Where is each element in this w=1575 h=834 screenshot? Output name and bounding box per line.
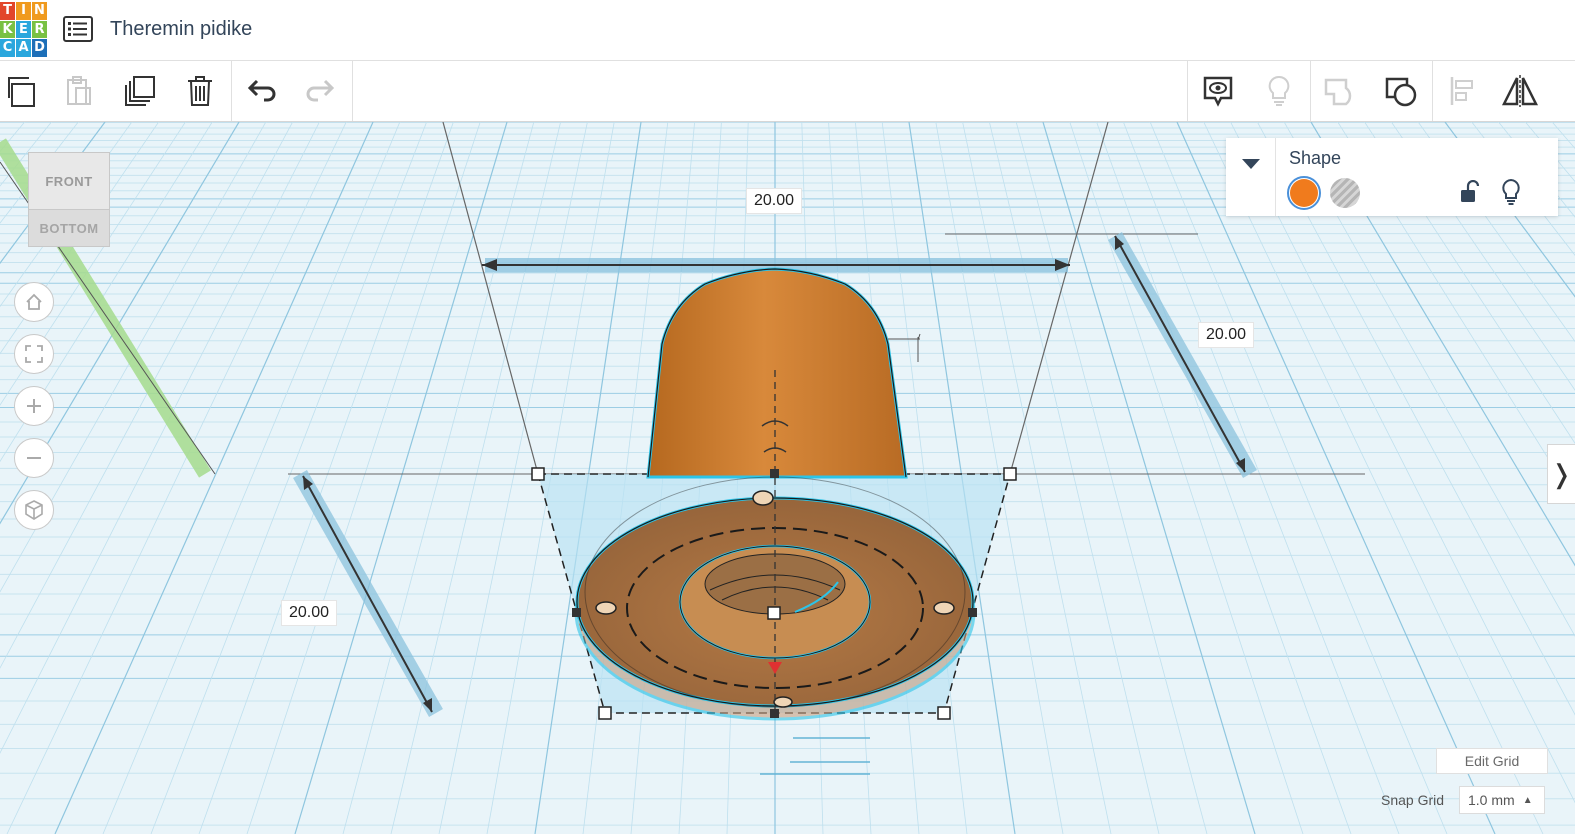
design-list-button[interactable]	[63, 14, 93, 44]
expand-side-panel-button[interactable]: ❭	[1547, 444, 1575, 504]
logo-letter: N	[32, 2, 47, 20]
undo-icon	[247, 79, 276, 102]
zoom-in-icon	[27, 399, 41, 413]
lightbulb-button[interactable]	[1257, 69, 1301, 113]
home-view-button[interactable]	[14, 282, 54, 322]
paste-button[interactable]	[57, 69, 101, 113]
group-icon	[1324, 78, 1352, 106]
workplane-scene[interactable]	[0, 122, 1575, 834]
view-cube[interactable]: FRONT BOTTOM	[28, 152, 110, 248]
perspective-icon	[25, 500, 43, 520]
snap-grid-label: Snap Grid	[1381, 792, 1445, 808]
toolbar-divider	[352, 61, 353, 121]
view-cube-front[interactable]: FRONT	[28, 152, 110, 210]
paste-icon	[67, 76, 91, 105]
zoom-out-icon	[27, 457, 41, 459]
dimension-width-label[interactable]: 20.00	[746, 188, 803, 214]
mirror-icon	[1501, 75, 1539, 107]
note-icon	[1203, 76, 1233, 107]
group-button[interactable]	[1318, 69, 1362, 113]
logo-letter: D	[32, 39, 47, 57]
redo-button[interactable]	[298, 69, 342, 113]
trash-icon	[188, 76, 212, 106]
logo-letter: I	[16, 2, 31, 20]
perspective-button[interactable]	[14, 490, 54, 530]
resize-handle[interactable]	[937, 706, 951, 720]
dimension-height-label[interactable]: 20.00	[281, 600, 338, 626]
snap-grid-value: 1.0 mm	[1468, 792, 1515, 808]
snap-grid-select[interactable]: 1.0 mm ▲	[1459, 786, 1545, 814]
duplicate-button[interactable]	[118, 69, 162, 113]
toolbar	[0, 61, 1575, 122]
show-notes-button[interactable]	[1196, 69, 1240, 113]
orange-color-fill	[1290, 179, 1318, 207]
toolbar-divider	[1310, 61, 1311, 121]
undo-button[interactable]	[240, 69, 284, 113]
list-icon	[63, 16, 93, 42]
dimension-depth-label[interactable]: 20.00	[1198, 322, 1255, 348]
edge-handle[interactable]	[572, 608, 581, 617]
edge-handle[interactable]	[968, 608, 977, 617]
align-icon	[1450, 77, 1473, 105]
toolbar-divider	[1187, 61, 1188, 121]
hole-swatch[interactable]	[1330, 178, 1360, 208]
screw-hole	[933, 601, 955, 615]
redo-icon	[306, 79, 335, 102]
lock-icon[interactable]	[1458, 180, 1480, 204]
logo-letter: R	[32, 20, 47, 38]
duplicate-icon	[125, 76, 155, 106]
edge-handle[interactable]	[770, 709, 779, 718]
caret-down-icon	[1241, 159, 1260, 169]
align-button[interactable]	[1440, 69, 1484, 113]
copy-button[interactable]	[0, 69, 44, 113]
home-icon	[26, 293, 42, 310]
copy-icon	[8, 77, 35, 107]
logo-letter: E	[16, 20, 31, 38]
lightbulb-icon[interactable]	[1500, 178, 1522, 206]
toolbar-divider	[1432, 61, 1433, 121]
toolbar-divider	[231, 61, 232, 121]
view-cube-bottom[interactable]: BOTTOM	[28, 209, 110, 247]
logo-letter: K	[0, 20, 15, 38]
edge-handle[interactable]	[770, 469, 779, 478]
shape-inspector-panel: Shape	[1226, 138, 1558, 216]
fit-view-button[interactable]	[14, 334, 54, 374]
design-title[interactable]: Theremin pidike	[110, 18, 252, 41]
panel-title: Shape	[1289, 148, 1342, 168]
fit-view-icon	[25, 345, 43, 363]
resize-handle[interactable]	[531, 467, 545, 481]
header: TINKERCAD Theremin pidike	[0, 0, 1575, 61]
workplane-canvas[interactable]: 20.00 20.00 20.00 FRONT BOTTOM Shape ❭ E…	[0, 122, 1575, 834]
caret-up-icon: ▲	[1522, 794, 1533, 806]
ungroup-button[interactable]	[1379, 69, 1423, 113]
edit-grid-button[interactable]: Edit Grid	[1436, 748, 1548, 774]
mirror-button[interactable]	[1498, 69, 1542, 113]
zoom-in-button[interactable]	[14, 386, 54, 426]
resize-handle[interactable]	[598, 706, 612, 720]
lightbulb-icon	[1268, 75, 1290, 106]
resize-handle[interactable]	[1003, 467, 1017, 481]
solid-color-swatch[interactable]	[1287, 176, 1321, 210]
screw-hole	[773, 696, 793, 708]
panel-collapse-button[interactable]	[1226, 138, 1276, 216]
logo-letter: C	[0, 39, 15, 57]
delete-button[interactable]	[178, 69, 222, 113]
height-handle[interactable]	[767, 606, 781, 620]
logo-letter: T	[0, 2, 15, 20]
screw-hole	[752, 490, 774, 506]
ungroup-icon	[1385, 77, 1417, 107]
screw-hole	[595, 601, 617, 615]
logo-letter: A	[16, 39, 31, 57]
zoom-out-button[interactable]	[14, 438, 54, 478]
tinkercad-logo[interactable]: TINKERCAD	[0, 2, 48, 58]
